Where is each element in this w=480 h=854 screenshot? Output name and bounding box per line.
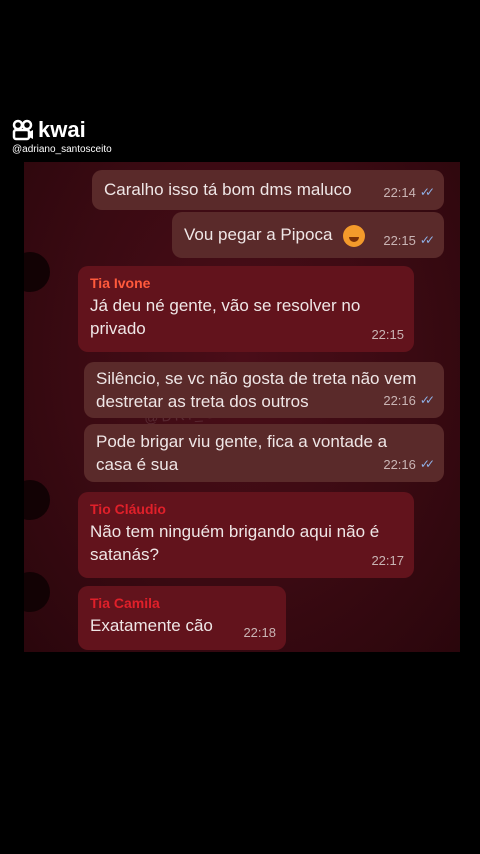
- message-meta: 22:16 ✓✓: [383, 453, 435, 476]
- sender-name[interactable]: Tio Cláudio: [90, 500, 402, 518]
- kwai-handle: @adriano_santosceito: [12, 144, 112, 155]
- message-meta: 22:15: [371, 323, 404, 346]
- message-meta: 22:16 ✓✓: [383, 389, 435, 412]
- sender-name[interactable]: Tia Camila: [90, 594, 274, 612]
- message-meta: 22:15 ✓✓: [383, 229, 435, 252]
- message-time: 22:15: [371, 327, 404, 342]
- kwai-logo-icon: [12, 119, 33, 141]
- message-text: Pode brigar viu gente, fica a vontade a …: [96, 432, 388, 474]
- read-ticks-icon: ✓✓: [419, 233, 435, 247]
- read-ticks-icon: ✓✓: [419, 393, 435, 407]
- avatar[interactable]: [24, 572, 50, 612]
- message-bubble-incoming[interactable]: Tio Cláudio Não tem ninguém brigando aqu…: [78, 492, 414, 578]
- message-bubble-incoming[interactable]: Tia Camila Exatamente cão 22:18: [78, 586, 286, 650]
- message-bubble-outgoing[interactable]: Vou pegar a Pipoca 22:15 ✓✓: [172, 212, 444, 258]
- read-ticks-icon: ✓✓: [419, 185, 435, 199]
- message-bubble-outgoing[interactable]: Caralho isso tá bom dms maluco 22:14 ✓✓: [92, 170, 444, 210]
- message-text: Silêncio, se vc não gosta de treta não v…: [96, 369, 417, 411]
- message-text: Caralho isso tá bom dms maluco: [104, 180, 352, 199]
- message-time: 22:16: [383, 393, 416, 408]
- avatar[interactable]: [24, 252, 50, 292]
- message-time: 22:14: [383, 185, 416, 200]
- message-meta: 22:18: [243, 621, 276, 644]
- read-ticks-icon: ✓✓: [419, 457, 435, 471]
- sender-name[interactable]: Tia Ivone: [90, 274, 402, 292]
- message-meta: 22:17: [371, 549, 404, 572]
- message-time: 22:15: [383, 233, 416, 248]
- chat-screenshot: @DRI_SANTOS_OFICIAL Caralho isso tá bom …: [24, 162, 460, 652]
- avatar[interactable]: [24, 480, 50, 520]
- message-text: Já deu né gente, vão se resolver no priv…: [90, 296, 361, 338]
- message-text: Vou pegar a Pipoca: [184, 225, 333, 244]
- message-text: Não tem ninguém brigando aqui não é sata…: [90, 522, 380, 564]
- message-time: 22:18: [243, 625, 276, 640]
- message-bubble-outgoing[interactable]: Pode brigar viu gente, fica a vontade a …: [84, 424, 444, 482]
- kwai-logo-text: kwai: [38, 117, 86, 142]
- message-time: 22:16: [383, 457, 416, 472]
- message-time: 22:17: [371, 553, 404, 568]
- message-meta: 22:14 ✓✓: [383, 181, 435, 204]
- message-bubble-incoming[interactable]: Tia Ivone Já deu né gente, vão se resolv…: [78, 266, 414, 352]
- hot-face-emoji-icon: [343, 224, 366, 247]
- kwai-watermark: kwai @adriano_santosceito: [12, 118, 112, 156]
- message-bubble-outgoing[interactable]: Silêncio, se vc não gosta de treta não v…: [84, 362, 444, 418]
